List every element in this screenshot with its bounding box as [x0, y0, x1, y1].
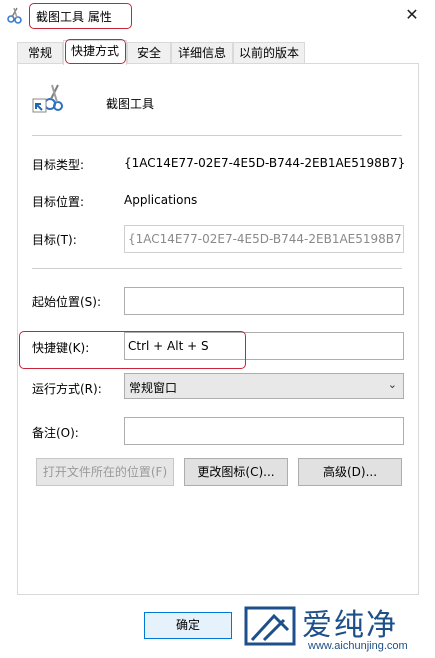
change-icon-button[interactable]: 更改图标(C)... — [184, 458, 288, 486]
snipping-tool-icon — [32, 84, 63, 113]
run-select-value: 常规窗口 — [129, 381, 178, 395]
tab-previous-versions[interactable]: 以前的版本 — [233, 42, 305, 64]
open-file-location-button[interactable]: 打开文件所在的位置(F) — [36, 458, 174, 486]
chevron-down-icon: ⌄ — [387, 378, 397, 391]
hotkey-field[interactable]: Ctrl + Alt + S — [124, 332, 404, 360]
title-bar: 截图工具 属性 ✕ — [0, 0, 435, 32]
target-field[interactable]: {1AC14E77-02E7-4E5D-B744-2EB1AE5198B7}\S — [124, 225, 404, 253]
divider — [32, 268, 402, 269]
target-label: 目标(T): — [32, 233, 77, 247]
tab-general[interactable]: 常规 — [17, 42, 63, 64]
tab-shortcut[interactable]: 快捷方式 — [63, 40, 127, 65]
target-type-label: 目标类型: — [32, 158, 85, 172]
close-icon: ✕ — [405, 5, 419, 24]
tab-strip: 常规 快捷方式 安全 详细信息 以前的版本 — [0, 40, 435, 65]
advanced-button[interactable]: 高级(D)... — [298, 458, 402, 486]
start-in-field[interactable] — [124, 287, 404, 315]
shortcut-panel — [17, 63, 419, 595]
app-name: 截图工具 — [106, 97, 155, 111]
window-title: 截图工具 属性 — [36, 10, 112, 24]
comment-label: 备注(O): — [32, 426, 79, 440]
ok-button[interactable]: 确定 — [144, 612, 232, 639]
start-in-label: 起始位置(S): — [32, 295, 102, 309]
watermark: 爱纯净 www.aichunjing.com — [238, 598, 435, 658]
run-select[interactable]: 常规窗口 ⌄ — [124, 373, 404, 399]
comment-field[interactable] — [124, 417, 404, 445]
watermark-brand: 爱纯净 — [302, 608, 398, 643]
close-button[interactable]: ✕ — [398, 2, 426, 28]
hotkey-label: 快捷键(K): — [32, 341, 90, 355]
target-type-value: {1AC14E77-02E7-4E5D-B744-2EB1AE5198B7}\S… — [124, 156, 404, 170]
run-label: 运行方式(R): — [32, 382, 102, 396]
watermark-url: www.aichunjing.com — [308, 640, 408, 652]
watermark-logo-icon — [244, 606, 296, 646]
divider — [32, 135, 402, 136]
target-location-label: 目标位置: — [32, 195, 85, 209]
scissors-icon — [7, 7, 22, 24]
tab-details[interactable]: 详细信息 — [171, 42, 233, 64]
tab-security[interactable]: 安全 — [127, 42, 171, 64]
target-location-value: Applications — [124, 193, 198, 207]
